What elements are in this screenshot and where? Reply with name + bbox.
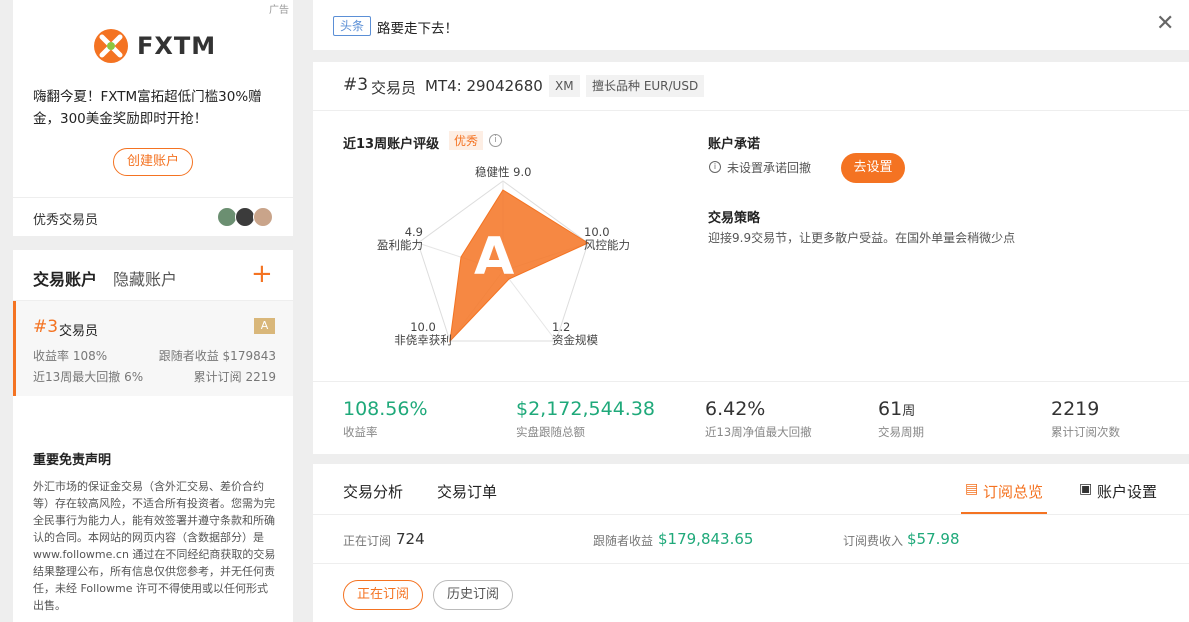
active-subscriptions-value: 724 [396, 530, 425, 548]
tab-account-settings-label: 账户设置 [1097, 483, 1158, 501]
stat-follow-total-value: $2,172,544.38 [516, 398, 656, 420]
promise-status: 未设置承诺回撤 [727, 161, 812, 175]
stat-period-unit: 周 [902, 404, 916, 419]
active-subscriptions-label: 正在订阅 [343, 534, 392, 548]
settings-card-icon: ▣ [1079, 481, 1093, 497]
tab-account-settings[interactable]: ▣ 账户设置 [1079, 464, 1179, 514]
stat-drawdown-value: 6.42% [705, 398, 766, 420]
history-subscription-button[interactable]: 历史订阅 [433, 580, 513, 610]
radar-label-risk-control: 10.0 风控能力 [584, 226, 630, 252]
radar-axis-label: 盈利能力 [377, 238, 423, 252]
trader-name: 交易员 [371, 79, 417, 97]
stat-period-number: 61 [878, 398, 903, 420]
stats-bar: 108.56% 收益率 $2,172,544.38 实盘跟随总额 6.42% 近… [313, 382, 1189, 454]
tab-subscription-overview[interactable]: ▤ 订阅总览 [961, 464, 1047, 514]
stat-return-label: 收益率 [343, 425, 378, 439]
radar-axis-label: 风控能力 [584, 238, 630, 252]
ad-card: 广告 FXTM 嗨翻今夏！FXTM富拓超低门槛30%赠金，300美金奖励即时开抢… [13, 0, 293, 236]
headline-tag: 头条 [333, 16, 372, 36]
follower-profit-label: 跟随者收益 [593, 534, 654, 548]
stat-return-value: 108.56% [343, 398, 428, 420]
active-subscription-button[interactable]: 正在订阅 [343, 580, 423, 610]
rating-title: 近13周账户评级 [343, 137, 440, 152]
promise-info-icon: i [709, 161, 721, 173]
trader-rank: #3 [343, 75, 369, 95]
divider [13, 197, 293, 198]
radar-value-area [449, 189, 590, 343]
radar-label-non-luck: 10.0 非侥幸获利 [393, 321, 453, 347]
stat-follow-total-label: 实盘跟随总额 [516, 425, 585, 439]
ad-text[interactable]: 嗨翻今夏！FXTM富拓超低门槛30%赠金，300美金奖励即时开抢！ [33, 86, 277, 130]
account-subscriptions: 累计订阅 2219 [193, 370, 276, 384]
radar-label-stability: 稳健性 9.0 [475, 166, 531, 179]
divider [313, 563, 1189, 564]
fxtm-logo-icon [94, 29, 128, 63]
trader-mt4: MT4: 29042680 [425, 77, 543, 95]
account-return: 收益率 108% [33, 349, 108, 363]
radar-axis-label: 稳健性 [475, 165, 510, 179]
avatar[interactable] [253, 207, 273, 227]
plus-icon[interactable]: + [251, 260, 273, 288]
tab-subscription-label: 订阅总览 [983, 483, 1044, 501]
promise-title: 账户承诺 [708, 137, 761, 152]
avatar[interactable] [217, 207, 237, 227]
headline-bar: 头条 路要走下去！ ✕ [313, 0, 1189, 50]
headline-text[interactable]: 路要走下去！ [377, 17, 458, 37]
set-promise-button[interactable]: 去设置 [841, 153, 905, 183]
specialty-tag: 擅长品种 EUR/USD [586, 75, 705, 97]
radar-label-profitability: 4.9 盈利能力 [373, 226, 423, 252]
ad-brand: FXTM [137, 32, 217, 60]
divider [313, 514, 1189, 515]
stat-period-label: 交易周期 [878, 425, 924, 439]
stat-subscriptions-label: 累计订阅次数 [1051, 425, 1120, 439]
radar-grade-letter: A [474, 227, 515, 287]
ad-badge: 广告 [269, 5, 289, 16]
trader-header: #3 交易员 MT4: 29042680 XM 擅长品种 EUR/USD [313, 62, 1189, 110]
account-rank: #3 [33, 317, 59, 337]
avatar[interactable] [235, 207, 255, 227]
broker-tag: XM [549, 75, 580, 97]
grade-badge: A [254, 318, 275, 334]
account-drawdown: 近13周最大回撤 6% [33, 370, 144, 384]
radar-axis-label: 资金规模 [552, 333, 598, 347]
strategy-text: 迎接9.9交易节，让更多散户受益。在国外单量会稍微少点 [708, 231, 1016, 245]
strategy-title: 交易策略 [708, 211, 761, 226]
disclaimer-body: 外汇市场的保证金交易（含外汇交易、差价合约等）存在较高风险，不适合所有投资者。您… [33, 480, 276, 612]
rating-badge: 优秀 [449, 131, 484, 150]
tab-trade-orders[interactable]: 交易订单 [437, 481, 497, 502]
rating-card: 近13周账户评级 优秀 i A 稳健性 9.0 10.0 风控能力 1.2 资金… [313, 111, 1189, 381]
create-account-button[interactable]: 创建账户 [113, 148, 193, 176]
stat-period-value: 61周 [878, 398, 915, 420]
stat-subscriptions-value: 2219 [1051, 398, 1100, 420]
tab-trading-accounts[interactable]: 交易账户 [33, 266, 97, 290]
subscription-fee-label: 订阅费收入 [843, 534, 904, 548]
fxtm-logo[interactable]: FXTM [93, 28, 233, 64]
account-item[interactable]: #3 交易员 A 收益率 108% 跟随者收益 $179843 近13周最大回撤… [13, 301, 293, 396]
subscription-fee-value: $57.98 [907, 530, 960, 548]
radar-label-fund-size: 1.2 资金规模 [552, 321, 598, 347]
radar-axis-value: 9.0 [513, 165, 532, 179]
disclaimer-title: 重要免责声明 [33, 453, 112, 468]
detail-card: 交易分析 交易订单 ▤ 订阅总览 ▣ 账户设置 正在订阅 724 跟随者收益 $… [313, 464, 1189, 622]
stat-drawdown-label: 近13周净值最大回撤 [705, 425, 812, 439]
top-traders-label[interactable]: 优秀交易员 [33, 209, 98, 228]
close-icon[interactable]: ✕ [1156, 13, 1174, 35]
account-follower-profit: 跟随者收益 $179843 [158, 349, 276, 363]
trader-avatars[interactable] [217, 207, 279, 227]
info-icon[interactable]: i [489, 134, 502, 147]
account-name: 交易员 [59, 324, 99, 339]
follower-profit-value: $179,843.65 [658, 530, 754, 548]
tab-hidden-accounts[interactable]: 隐藏账户 [113, 266, 177, 290]
tab-trade-analysis[interactable]: 交易分析 [343, 481, 403, 502]
document-icon: ▤ [965, 481, 979, 497]
radar-axis-label: 非侥幸获利 [394, 333, 452, 347]
